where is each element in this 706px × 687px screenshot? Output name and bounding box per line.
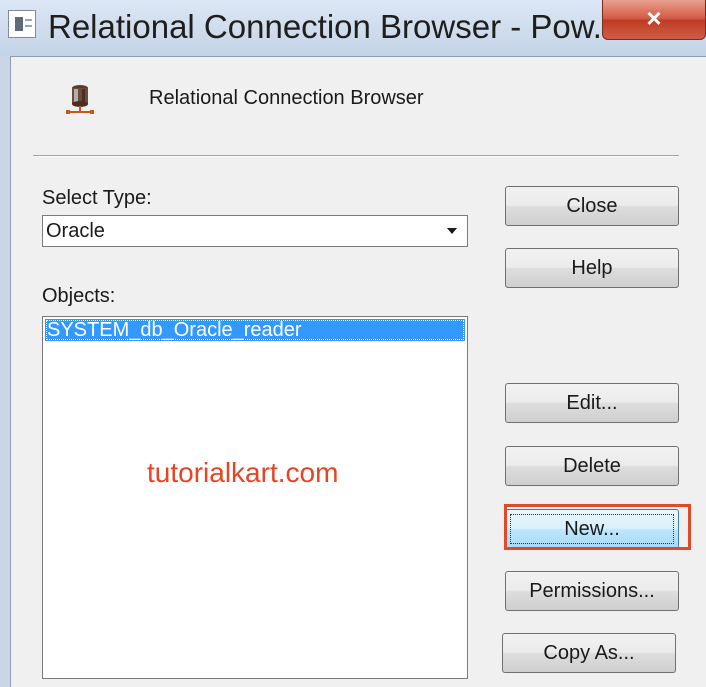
help-button[interactable]: Help	[505, 248, 679, 288]
relational-connection-browser-window: Relational Connection Browser - Pow... ×…	[0, 0, 706, 687]
app-icon-line	[25, 19, 32, 21]
header-separator	[33, 155, 679, 157]
edit-button[interactable]: Edit...	[505, 383, 679, 423]
list-item[interactable]: SYSTEM_db_Oracle_reader	[45, 319, 465, 341]
objects-label: Objects:	[42, 285, 116, 307]
app-icon[interactable]	[8, 10, 36, 38]
permissions-button[interactable]: Permissions...	[505, 571, 679, 611]
title-bar[interactable]: Relational Connection Browser - Pow... ×	[0, 0, 706, 56]
select-type-label: Select Type:	[42, 187, 152, 209]
window-title: Relational Connection Browser - Pow...	[48, 8, 621, 45]
dialog-client-area: Relational Connection Browser Select Typ…	[10, 56, 706, 687]
app-icon-bar	[15, 17, 23, 31]
new-button-label: New...	[564, 518, 620, 540]
select-type-dropdown[interactable]: Oracle	[42, 215, 468, 247]
chevron-down-icon[interactable]	[447, 228, 457, 234]
window-close-button[interactable]: ×	[602, 0, 706, 40]
header-label: Relational Connection Browser	[149, 87, 424, 109]
watermark: tutorialkart.com	[147, 457, 339, 488]
objects-listbox[interactable]: SYSTEM_db_Oracle_reader tutorialkart.com	[42, 316, 468, 679]
new-button[interactable]: New...	[505, 509, 679, 549]
copy-as-button[interactable]: Copy As...	[502, 633, 676, 673]
database-icon	[66, 85, 94, 114]
app-icon-line	[25, 25, 32, 27]
delete-button[interactable]: Delete	[505, 446, 679, 486]
close-button[interactable]: Close	[505, 186, 679, 226]
select-type-value: Oracle	[46, 220, 105, 242]
